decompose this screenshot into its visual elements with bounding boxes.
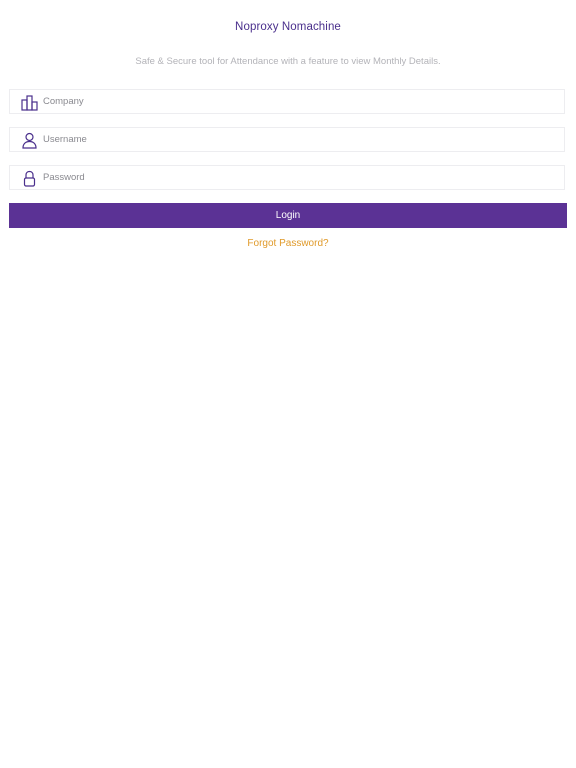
lock-icon <box>21 170 38 187</box>
login-button[interactable]: Login <box>9 203 567 228</box>
company-field[interactable] <box>9 89 565 114</box>
username-field[interactable] <box>9 127 565 152</box>
app-title: Noproxy Nomachine <box>235 21 341 33</box>
login-screen: Noproxy Nomachine Safe & Secure tool for… <box>0 0 576 768</box>
user-icon <box>21 132 38 149</box>
password-input[interactable] <box>43 166 553 189</box>
building-icon <box>21 94 38 111</box>
app-subtitle: Safe & Secure tool for Attendance with a… <box>135 56 441 67</box>
forgot-password-link[interactable]: Forgot Password? <box>0 238 576 249</box>
password-field[interactable] <box>9 165 565 190</box>
company-input[interactable] <box>43 90 553 113</box>
username-input[interactable] <box>43 128 553 151</box>
